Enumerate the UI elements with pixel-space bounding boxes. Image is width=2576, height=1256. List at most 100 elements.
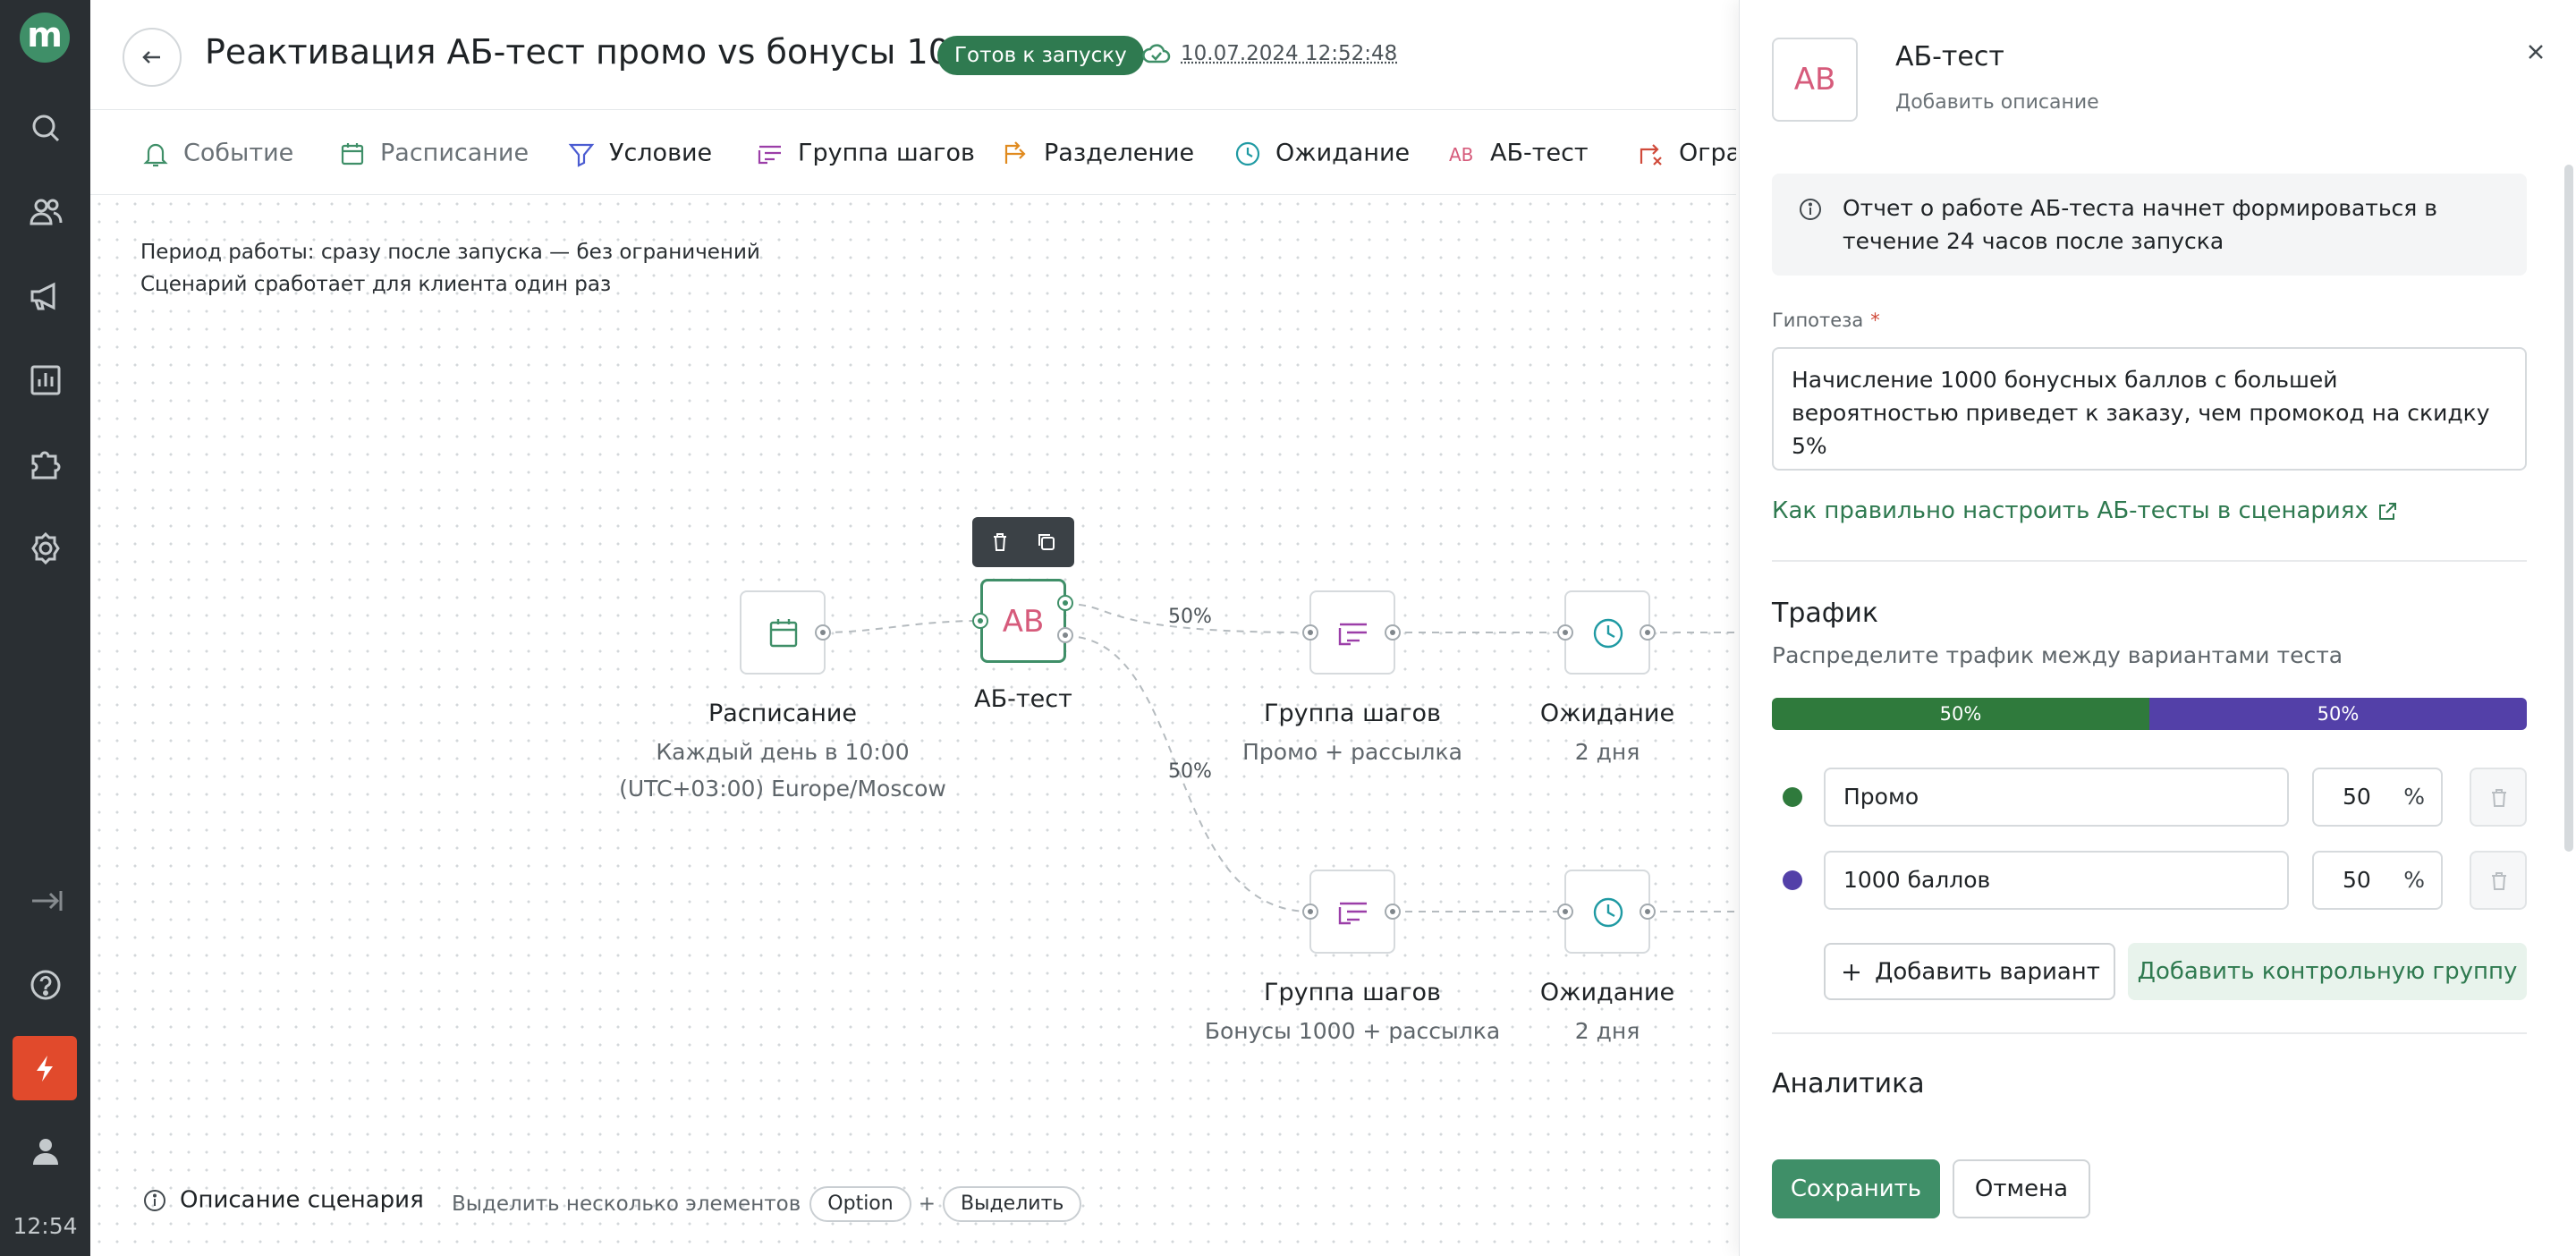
save-button[interactable]: Сохранить [1772, 1159, 1940, 1218]
traffic-title: Трафик [1772, 598, 1879, 629]
variant-percent-input[interactable]: 50% [2312, 768, 2443, 827]
variant-percent-input[interactable]: 50% [2312, 851, 2443, 910]
info-text: Отчет о работе АБ-теста начнет формирова… [1843, 195, 2438, 254]
variant-name-input[interactable]: Промо [1824, 768, 2289, 827]
tool-schedule[interactable]: Расписание [337, 110, 529, 194]
puzzle-icon[interactable] [25, 444, 66, 485]
hypothesis-label: Гипотеза * [1772, 310, 1880, 331]
plus-icon [1843, 963, 1860, 980]
node-subtitle: 2 дня [1574, 1018, 1640, 1044]
tool-split[interactable]: Разделение [1001, 110, 1194, 194]
clock-time: 12:54 [13, 1213, 78, 1239]
delete-icon[interactable] [987, 529, 1013, 556]
port-out[interactable] [1640, 624, 1656, 641]
copy-icon[interactable] [1033, 529, 1060, 556]
megaphone-icon[interactable] [25, 276, 66, 317]
option-key: Option [809, 1186, 911, 1222]
delete-variant-button[interactable] [2470, 851, 2527, 910]
analytics-icon[interactable] [25, 360, 66, 401]
steps-group-icon [1338, 623, 1367, 646]
bolt-icon[interactable] [13, 1036, 77, 1100]
port-out-b[interactable] [1057, 627, 1073, 643]
search-icon[interactable] [25, 107, 66, 149]
variant-name-input[interactable]: 1000 баллов [1824, 851, 2289, 910]
bell-icon [143, 143, 168, 166]
port-out-a[interactable] [1057, 595, 1073, 611]
variant-color-dot [1783, 870, 1802, 890]
profile-icon[interactable] [25, 1131, 66, 1172]
delete-variant-button[interactable] [2470, 768, 2527, 827]
collapse-icon[interactable] [25, 880, 66, 921]
hint-text: Выделить несколько элементов [452, 1192, 801, 1216]
ab-test-icon: AB [1449, 144, 1473, 165]
back-button[interactable] [123, 28, 182, 87]
tool-condition[interactable]: Условие [566, 110, 712, 194]
port-in[interactable] [972, 613, 988, 629]
add-variant-button[interactable]: Добавить вариант [1824, 943, 2115, 1000]
calendar-icon [341, 142, 364, 165]
scenario-canvas[interactable]: Период работы: сразу после запуска — без… [90, 195, 1736, 1256]
settings-icon[interactable] [25, 528, 66, 569]
app-logo[interactable]: m [20, 13, 70, 63]
ab-test-settings-panel: AB АБ-тест Добавить описание Отчет о раб… [1739, 0, 2576, 1256]
port-out[interactable] [1385, 904, 1401, 920]
port-out[interactable] [815, 624, 831, 641]
svg-text:AB: AB [1449, 144, 1473, 165]
clock-icon [1593, 897, 1623, 928]
tool-event[interactable]: Событие [140, 110, 293, 194]
percent-value: 50 [2343, 784, 2371, 810]
node-subtitle: Каждый день в 10:00 [656, 739, 910, 765]
page-title[interactable]: Реактивация АБ-тест промо vs бонусы 1000 [205, 32, 993, 72]
ab-test-help-link[interactable]: Как правильно настроить АБ-тесты в сцена… [1772, 497, 2399, 524]
panel-title[interactable]: АБ-тест [1895, 41, 2004, 72]
port-in[interactable] [1557, 624, 1573, 641]
split-icon [1004, 140, 1026, 164]
node-wait-promo[interactable] [1564, 590, 1650, 675]
tool-limit[interactable]: Огран [1636, 110, 1736, 194]
port-in[interactable] [1557, 904, 1573, 920]
cancel-button[interactable]: Отмена [1953, 1159, 2090, 1218]
period-line: Период работы: сразу после запуска — без… [140, 241, 760, 264]
clock-icon [1593, 618, 1623, 649]
divider [1772, 560, 2527, 562]
tool-ab-test[interactable]: AB АБ-тест [1447, 110, 1589, 194]
percent-unit: % [2403, 867, 2425, 893]
tool-wait[interactable]: Ожидание [1233, 110, 1410, 194]
node-step-group-promo[interactable] [1309, 590, 1395, 675]
traffic-subtitle: Распределите трафик между вариантами тес… [1772, 642, 2343, 668]
trash-icon [2492, 872, 2506, 890]
step-toolbar: Событие Расписание Условие Группа шагов … [90, 109, 1736, 195]
node-schedule[interactable] [740, 590, 826, 675]
traffic-distribution-bar: 50% 50% [1772, 698, 2527, 730]
node-wait-bonus[interactable] [1564, 870, 1650, 954]
saved-timestamp[interactable]: 10.07.2024 12:52:48 [1181, 42, 1397, 65]
analytics-title: Аналитика [1772, 1068, 1925, 1099]
add-control-group-button[interactable]: Добавить контрольную группу [2128, 943, 2527, 1000]
help-icon[interactable] [25, 964, 66, 1006]
scenario-description-button[interactable]: Описание сценария [142, 1186, 424, 1214]
port-in[interactable] [1302, 624, 1318, 641]
users-icon[interactable] [25, 191, 66, 233]
node-step-group-bonus[interactable] [1309, 870, 1395, 954]
divider [1772, 1032, 2527, 1034]
ab-test-icon: AB [1002, 604, 1045, 640]
close-icon[interactable] [2518, 34, 2554, 70]
scenario-header: Реактивация АБ-тест промо vs бонусы 1000… [90, 0, 1736, 109]
node-subtitle: 2 дня [1574, 739, 1640, 765]
report-info-box: Отчет о работе АБ-теста начнет формирова… [1772, 174, 2527, 276]
hypothesis-textarea[interactable]: Начисление 1000 бонусных баллов с больше… [1772, 347, 2527, 471]
port-out[interactable] [1640, 904, 1656, 920]
multi-select-hint: Выделить несколько элементов Option + Выдел… [452, 1186, 1082, 1222]
node-subtitle: (UTC+03:00) Europe/Moscow [619, 776, 946, 802]
node-ab-test[interactable]: AB [980, 579, 1066, 663]
port-in[interactable] [1302, 904, 1318, 920]
info-icon [144, 1189, 165, 1211]
port-out[interactable] [1385, 624, 1401, 641]
filter-icon [568, 143, 595, 167]
panel-scrollbar[interactable] [2564, 165, 2573, 852]
saved-status[interactable]: 10.07.2024 12:52:48 [1141, 38, 1397, 71]
external-link-icon [2378, 502, 2396, 520]
tool-step-group[interactable]: Группа шагов [755, 110, 975, 194]
node-title: АБ-тест [974, 685, 1072, 713]
add-description-link[interactable]: Добавить описание [1895, 91, 2099, 114]
